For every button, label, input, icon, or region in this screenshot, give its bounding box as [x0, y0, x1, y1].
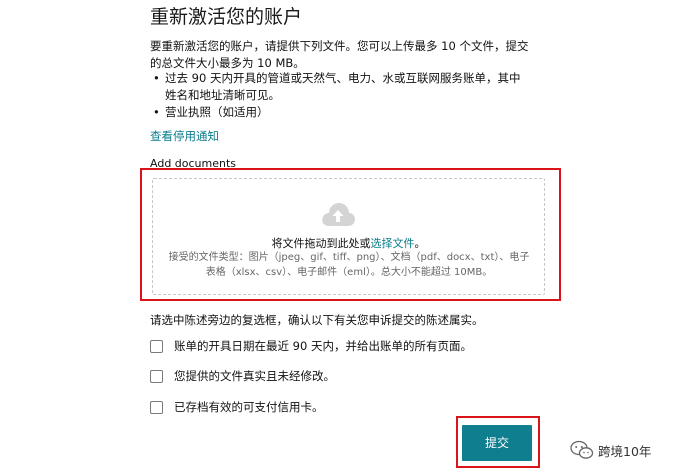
watermark: 跨境10年 — [570, 440, 651, 460]
intro-text: 要重新激活您的账户，请提供下列文件。您可以上传最多 10 个文件，提交的总文件大… — [150, 39, 529, 70]
checkbox-label: 您提供的文件真实且未经修改。 — [174, 369, 335, 383]
bullet-text: 过去 90 天内开具的管道或天然气、电力、水或互联网服务账单，其中姓名和地址清晰… — [165, 71, 521, 102]
view-deactivation-notice-link[interactable]: 查看停用通知 — [150, 128, 219, 144]
bullet-dot: • — [153, 71, 160, 85]
drag-suffix: 。 — [414, 237, 426, 250]
bullet-utility-bill: • 过去 90 天内开具的管道或天然气、电力、水或互联网服务账单，其中姓名和地址清… — [153, 70, 533, 104]
page-title: 重新激活您的账户 — [150, 6, 303, 28]
select-files-link[interactable]: 选择文件 — [371, 237, 415, 250]
cloud-upload-icon — [322, 203, 355, 226]
bullet-business-license: • 营业执照（如适用） — [153, 104, 533, 121]
checkbox-row-credit-card[interactable]: 已存档有效的可支付信用卡。 — [150, 399, 324, 415]
wechat-icon — [570, 440, 594, 459]
watermark-text: 跨境10年 — [598, 443, 652, 459]
bullet-dot: • — [153, 105, 160, 119]
accepted-file-types: 接受的文件类型：图片（jpeg、gif、tiff、png）、文档（pdf、doc… — [168, 252, 530, 278]
checkbox-documents-authentic[interactable] — [150, 369, 163, 383]
checkbox-row-bill-date[interactable]: 账单的开具日期在最近 90 天内，并给出账单的所有页面。 — [150, 338, 472, 354]
checkbox-row-documents-authentic[interactable]: 您提供的文件真实且未经修改。 — [150, 368, 335, 384]
drag-drop-text: 将文件拖动到此处或选择文件。 — [152, 235, 545, 251]
submit-button[interactable]: 提交 — [462, 425, 532, 461]
checkbox-label: 账单的开具日期在最近 90 天内，并给出账单的所有页面。 — [174, 339, 472, 353]
checkbox-bill-date[interactable] — [150, 339, 163, 353]
checkbox-credit-card[interactable] — [150, 400, 163, 414]
confirmation-prompt: 请选中陈述旁边的复选框，确认以下有关您申诉提交的陈述属实。 — [150, 313, 484, 327]
bullet-text: 营业执照（如适用） — [165, 105, 269, 119]
checkbox-label: 已存档有效的可支付信用卡。 — [174, 400, 324, 414]
drag-text: 将文件拖动到此处或 — [271, 237, 371, 250]
